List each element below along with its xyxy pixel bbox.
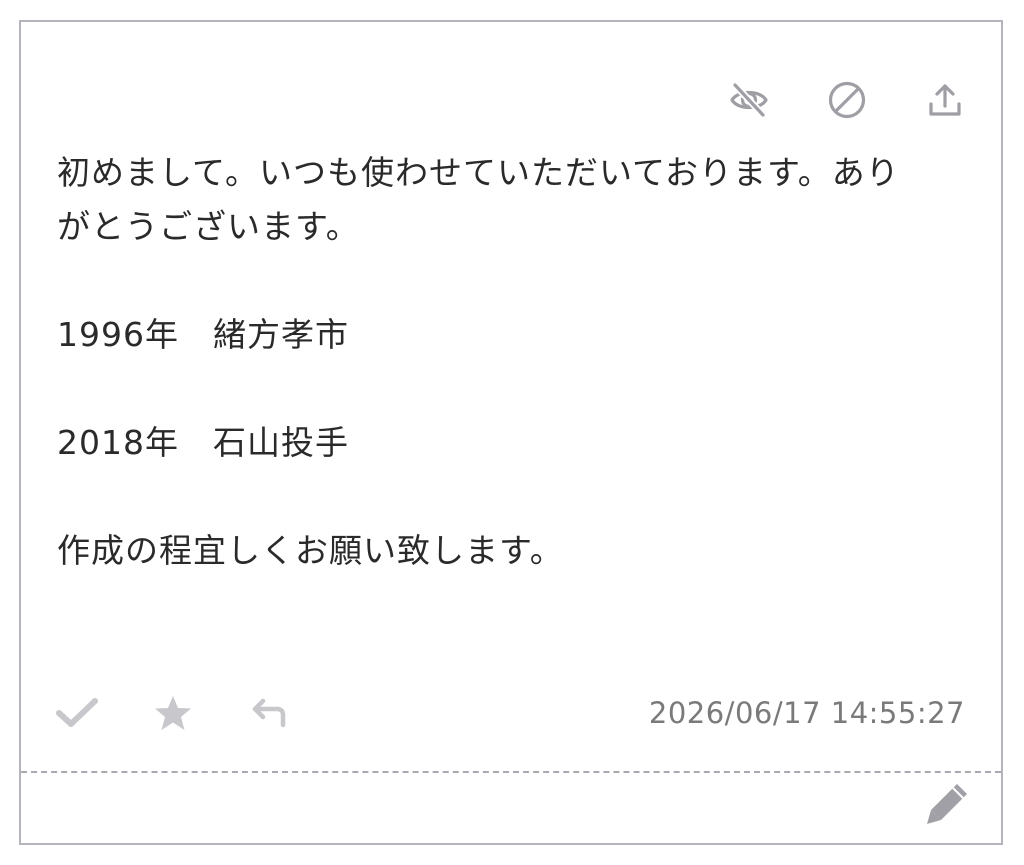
block-icon <box>827 80 867 120</box>
card-toolbar <box>729 80 965 120</box>
edit-button[interactable] <box>927 784 967 824</box>
message-actions-row: 2026/06/17 14:55:27 <box>55 689 965 737</box>
reply-icon <box>249 693 289 733</box>
message-line <box>57 254 957 308</box>
message-line: 作成の程宜しくお願い致します。 <box>57 531 564 570</box>
star-icon <box>153 693 193 733</box>
message-line <box>57 470 957 524</box>
mark-done-button[interactable] <box>55 693 99 733</box>
block-button[interactable] <box>827 80 867 120</box>
favorite-button[interactable] <box>153 693 193 733</box>
message-card: 初めまして。いつも使わせていただいております。あり がとうございます。 1996… <box>19 20 1003 845</box>
share-upload-icon <box>925 80 965 120</box>
timestamp: 2026/06/17 14:55:27 <box>648 696 965 730</box>
share-button[interactable] <box>925 80 965 120</box>
action-icons <box>55 693 345 733</box>
pencil-icon <box>923 780 971 828</box>
message-line: 1996年 緒方孝市 <box>57 315 349 354</box>
message-line: がとうございます。 <box>57 207 360 246</box>
message-line: 2018年 石山投手 <box>57 423 349 462</box>
message-line: 初めまして。いつも使わせていただいております。あり <box>57 153 900 192</box>
reply-button[interactable] <box>249 693 289 733</box>
hide-button[interactable] <box>729 80 769 120</box>
message-body: 初めまして。いつも使わせていただいております。あり がとうございます。 1996… <box>57 146 957 578</box>
eye-off-icon <box>729 80 769 120</box>
message-line <box>57 362 957 416</box>
check-icon <box>55 693 99 733</box>
dashed-divider <box>21 771 1001 773</box>
